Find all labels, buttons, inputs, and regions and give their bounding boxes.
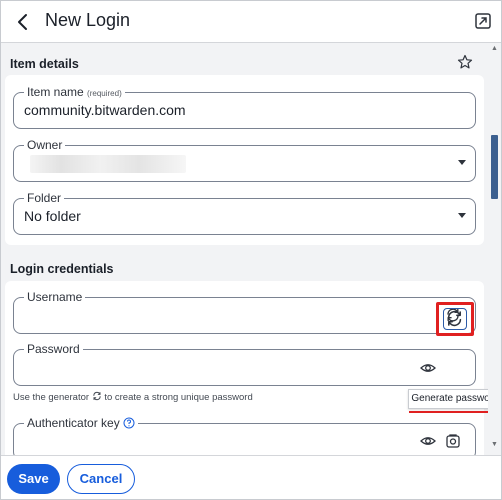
eye-icon	[420, 364, 436, 372]
toggle-visibility-button[interactable]	[418, 358, 438, 378]
username-label: Username	[24, 290, 86, 304]
password-label: Password	[24, 342, 83, 356]
refresh-icon	[447, 310, 462, 327]
folder-label: Folder	[24, 191, 65, 205]
scroll-up-arrow-icon[interactable]: ▲	[491, 45, 498, 52]
toggle-visibility-button[interactable]	[418, 431, 438, 451]
password-field[interactable]: Password	[13, 342, 476, 386]
authenticator-key-label: Authenticator key	[24, 416, 139, 430]
authenticator-key-field[interactable]: Authenticator key	[13, 416, 476, 455]
scroll-thumb[interactable]	[491, 135, 498, 199]
scrollbar[interactable]: ▲ ▼	[488, 43, 501, 455]
chevron-left-icon	[18, 14, 27, 30]
footer: Save Cancel	[1, 455, 501, 499]
chevron-down-icon	[458, 160, 466, 165]
folder-value: No folder	[24, 208, 81, 224]
cancel-button[interactable]: Cancel	[67, 464, 135, 494]
popout-button[interactable]	[474, 12, 492, 30]
login-credentials-heading: Login credentials	[10, 262, 114, 276]
save-button[interactable]: Save	[7, 464, 60, 494]
camera-icon	[446, 434, 460, 448]
scroll-down-arrow-icon[interactable]: ▼	[491, 441, 498, 448]
owner-value-redacted	[30, 155, 186, 173]
item-name-label: Item name (required)	[24, 85, 125, 101]
popout-icon	[475, 13, 491, 29]
folder-select[interactable]: Folder No folder	[13, 191, 476, 235]
refresh-icon	[93, 391, 101, 401]
password-helper-text: Use the generator to create a strong uni…	[13, 391, 253, 403]
owner-select[interactable]: Owner	[13, 138, 476, 182]
login-credentials-card: Username Password Authenticator key	[5, 281, 484, 455]
back-button[interactable]	[13, 11, 33, 33]
item-details-card: Item name (required) community.bitwarden…	[5, 75, 484, 245]
generate-password-button[interactable]	[443, 308, 467, 330]
item-name-value[interactable]: community.bitwarden.com	[24, 102, 186, 118]
header: New Login	[1, 1, 501, 43]
help-icon[interactable]	[123, 417, 135, 429]
new-login-window: New Login Item details Item name (requir…	[0, 0, 502, 500]
star-icon	[457, 54, 473, 69]
owner-label: Owner	[24, 138, 66, 152]
page-title: New Login	[45, 10, 131, 30]
item-details-heading: Item details	[10, 57, 79, 71]
eye-icon	[420, 437, 436, 445]
generate-password-highlight	[436, 302, 474, 336]
username-field[interactable]: Username	[13, 290, 476, 334]
item-name-field[interactable]: Item name (required) community.bitwarden…	[13, 85, 476, 129]
favorite-button[interactable]	[457, 54, 473, 70]
capture-qr-button[interactable]	[443, 431, 463, 451]
chevron-down-icon	[458, 213, 466, 218]
